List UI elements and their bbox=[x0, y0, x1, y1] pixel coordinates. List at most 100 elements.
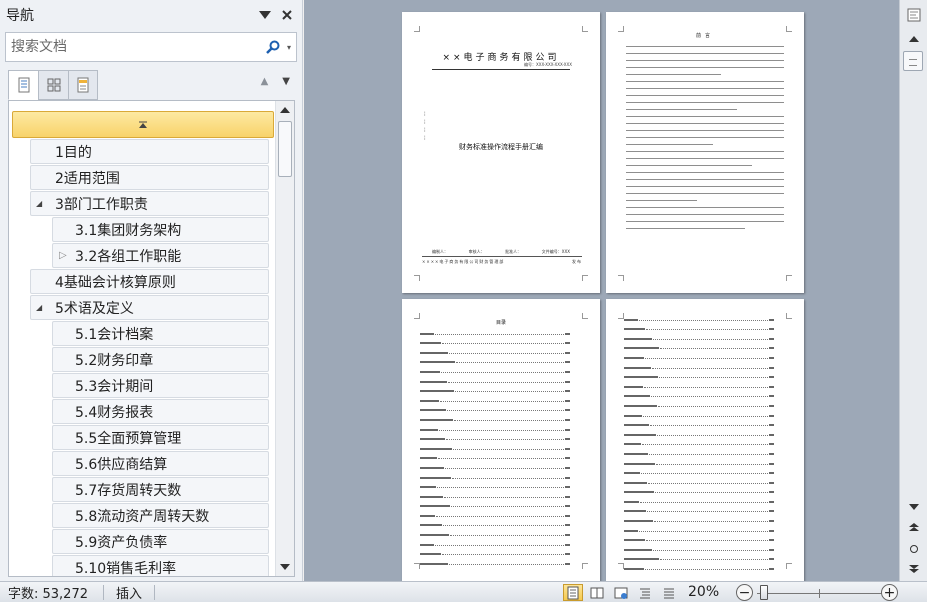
tree-item[interactable]: 5.3会计期间 bbox=[52, 373, 269, 398]
next-page-icon[interactable] bbox=[904, 560, 924, 578]
toc-entry bbox=[420, 548, 570, 558]
tree-item[interactable]: 2适用范围 bbox=[30, 165, 269, 190]
toc-entry bbox=[624, 419, 774, 429]
toc-entry bbox=[420, 423, 570, 433]
outline-icon bbox=[640, 588, 650, 598]
scroll-thumb[interactable] bbox=[278, 121, 292, 177]
toc-entry bbox=[420, 490, 570, 500]
tree-item-label: 5.1会计档案 bbox=[75, 326, 154, 343]
text-line bbox=[626, 67, 784, 68]
text-line bbox=[626, 109, 737, 110]
toc-entry bbox=[624, 543, 774, 553]
results-icon bbox=[77, 77, 89, 93]
page-toc[interactable]: 目录 bbox=[402, 299, 600, 581]
tree-item[interactable]: 5.6供应商结算 bbox=[52, 451, 269, 476]
previous-result-icon[interactable]: ▲ bbox=[261, 76, 269, 87]
toc-entry bbox=[624, 361, 774, 371]
tab-pages[interactable] bbox=[38, 70, 68, 100]
toc-list-continued bbox=[624, 313, 774, 572]
insert-mode[interactable]: 插入 bbox=[104, 583, 154, 602]
nav-tabs bbox=[8, 70, 98, 100]
scroll-up-icon[interactable] bbox=[904, 30, 924, 48]
reading-icon bbox=[590, 587, 604, 598]
full-screen-reading-button[interactable] bbox=[587, 584, 607, 601]
toc-entry bbox=[420, 528, 570, 538]
tree-item-label: 5术语及定义 bbox=[55, 300, 134, 317]
search-icon[interactable] bbox=[264, 38, 282, 56]
headings-icon bbox=[18, 77, 29, 93]
tree-item-label: 5.2财务印章 bbox=[75, 352, 154, 369]
page-preface[interactable]: 前言 bbox=[606, 12, 804, 293]
tab-results[interactable] bbox=[68, 70, 98, 100]
toc-entry bbox=[624, 409, 774, 419]
toc-entry bbox=[624, 399, 774, 409]
outline-button[interactable] bbox=[635, 584, 655, 601]
tree-item[interactable]: ◢ 5术语及定义 bbox=[30, 295, 269, 320]
text-line bbox=[626, 88, 784, 89]
tree-item[interactable]: 5.9资产负债率 bbox=[52, 529, 269, 554]
tree-item[interactable]: 4基础会计核算原则 bbox=[30, 269, 269, 294]
toc-entry bbox=[624, 505, 774, 515]
document-scrollbar[interactable] bbox=[899, 0, 927, 581]
toc-entry bbox=[624, 323, 774, 333]
toc-entry bbox=[624, 332, 774, 342]
zoom-slider-handle[interactable] bbox=[759, 585, 768, 600]
tree-item[interactable]: 3.1集团财务架构 bbox=[52, 217, 269, 242]
toc-entry bbox=[420, 346, 570, 356]
chevron-down-icon[interactable]: ▾ bbox=[282, 43, 296, 52]
tree-item[interactable]: 5.8流动资产周转天数 bbox=[52, 503, 269, 528]
page-toc-continued[interactable] bbox=[606, 299, 804, 581]
tree-item-label: 2适用范围 bbox=[55, 170, 120, 187]
tree-item[interactable]: 5.5全面预算管理 bbox=[52, 425, 269, 450]
word-count[interactable]: 字数: 53,272 bbox=[0, 583, 103, 602]
toc-entry bbox=[624, 428, 774, 438]
web-layout-button[interactable] bbox=[611, 584, 631, 601]
toc-entry bbox=[624, 390, 774, 400]
nav-options-icon[interactable] bbox=[256, 6, 274, 24]
tree-item[interactable]: ▷ 3.2各组工作职能 bbox=[52, 243, 269, 268]
toc-entry bbox=[420, 519, 570, 529]
document-area[interactable]: ××电子商务有限公司 编号：XXX-XXX-XXX-XXX ¦ ¦ ¦ ¦ 财务标准操… bbox=[304, 0, 899, 581]
zoom-in-button[interactable]: + bbox=[881, 584, 898, 601]
ruler-toggle-icon[interactable] bbox=[904, 6, 924, 24]
tree-item[interactable]: 1目的 bbox=[30, 139, 269, 164]
tree-item[interactable]: 5.4财务报表 bbox=[52, 399, 269, 424]
search-input[interactable] bbox=[6, 34, 264, 60]
expanded-icon[interactable]: ◢ bbox=[36, 199, 42, 208]
tree-top-heading[interactable] bbox=[12, 111, 274, 138]
toc-entry bbox=[624, 476, 774, 486]
tree-item[interactable]: 5.2财务印章 bbox=[52, 347, 269, 372]
tree-item[interactable]: 5.7存货周转天数 bbox=[52, 477, 269, 502]
browse-object-icon[interactable] bbox=[904, 540, 924, 558]
toc-entry bbox=[420, 337, 570, 347]
tree-item[interactable]: 5.1会计档案 bbox=[52, 321, 269, 346]
scroll-down-icon[interactable] bbox=[904, 498, 924, 516]
scroll-down-icon[interactable] bbox=[276, 558, 294, 576]
text-line bbox=[626, 46, 784, 47]
zoom-out-button[interactable]: − bbox=[736, 584, 753, 601]
print-layout-button[interactable] bbox=[563, 584, 583, 601]
scroll-thumb[interactable] bbox=[903, 51, 923, 71]
expanded-icon[interactable]: ◢ bbox=[36, 303, 42, 312]
tree-item-label: 3.1集团财务架构 bbox=[75, 222, 182, 239]
close-icon[interactable] bbox=[278, 6, 296, 24]
zoom-level[interactable]: 20% bbox=[688, 584, 719, 600]
draft-button[interactable] bbox=[659, 584, 679, 601]
collapsed-icon[interactable]: ▷ bbox=[59, 250, 67, 261]
web-layout-icon bbox=[614, 587, 628, 599]
search-box: ▾ bbox=[5, 32, 297, 62]
scroll-up-icon[interactable] bbox=[276, 101, 294, 119]
zoom-slider[interactable] bbox=[757, 593, 883, 594]
tree-scrollbar[interactable] bbox=[275, 101, 294, 576]
tree-list: 1目的 2适用范围 ◢ 3部门工作职责 3.1集团财务架构 ▷ 3.2各组工作职能 4基础会计… bbox=[12, 111, 274, 576]
next-result-icon[interactable]: ▼ bbox=[282, 76, 290, 87]
tree-item[interactable]: ◢ 3部门工作职责 bbox=[30, 191, 269, 216]
page-cover[interactable]: ××电子商务有限公司 编号：XXX-XXX-XXX-XXX ¦ ¦ ¦ ¦ 财务标准操… bbox=[402, 12, 600, 293]
toc-entry bbox=[420, 365, 570, 375]
tree-item-label: 5.6供应商结算 bbox=[75, 456, 168, 473]
tab-headings[interactable] bbox=[8, 70, 38, 100]
tree-item[interactable]: 5.10销售毛利率 bbox=[52, 555, 269, 576]
tree-item-label: 5.3会计期间 bbox=[75, 378, 154, 395]
toc-entry bbox=[420, 538, 570, 548]
previous-page-icon[interactable] bbox=[904, 518, 924, 536]
